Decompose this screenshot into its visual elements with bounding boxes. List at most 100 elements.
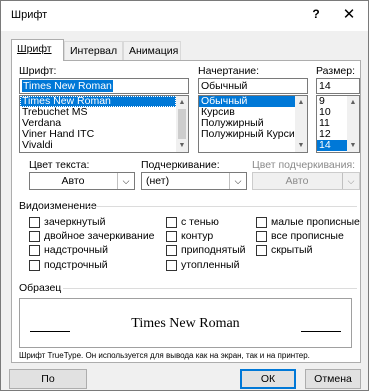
style-list[interactable]: Обычный Курсив Полужирный Полужирный Кур… xyxy=(198,95,308,153)
text-color-value: Авто xyxy=(61,175,85,187)
style-list-scrollbar[interactable]: ▲ ▼ xyxy=(295,96,307,152)
style-list-item[interactable]: Обычный xyxy=(199,96,295,107)
preview-text: Times New Roman xyxy=(131,316,240,331)
checkbox-box[interactable] xyxy=(256,244,267,256)
checkbox-label: приподнятый xyxy=(181,244,246,256)
size-list-item[interactable]: 14 xyxy=(317,140,347,151)
font-list[interactable]: Times New Roman Trebuchet MS Verdana Vin… xyxy=(19,95,189,153)
font-dialog: Шрифт ? ✕ Шрифт Интервал Анимация Шрифт:… xyxy=(0,0,369,391)
hidden-checkbox[interactable]: скрытый xyxy=(256,244,312,256)
font-list-item[interactable]: Trebuchet MS xyxy=(20,107,176,118)
tab-font[interactable]: Шрифт xyxy=(11,39,64,61)
preview-baseline-right xyxy=(301,331,341,332)
all-caps-checkbox[interactable]: все прописные xyxy=(256,230,344,242)
size-list-scrollbar[interactable]: ▲ ▼ xyxy=(347,96,359,152)
underline-label: Подчеркивание: xyxy=(141,159,220,171)
sample-divider xyxy=(63,288,357,289)
effects-divider xyxy=(87,206,357,207)
ok-button[interactable]: ОК xyxy=(240,369,296,389)
checkbox-label: малые прописные xyxy=(271,216,360,228)
chevron-up-icon[interactable]: ▲ xyxy=(347,97,359,108)
chevron-down-icon[interactable]: ▼ xyxy=(295,140,307,151)
checkbox-box[interactable] xyxy=(256,216,267,228)
style-label: Начертание: xyxy=(198,65,260,77)
superscript-checkbox[interactable]: надстрочный xyxy=(29,244,108,256)
font-input[interactable]: Times New Roman xyxy=(19,78,189,94)
emboss-checkbox[interactable]: приподнятый xyxy=(166,244,246,256)
checkbox-box[interactable] xyxy=(29,259,40,271)
checkbox-box[interactable] xyxy=(166,230,177,242)
shadow-checkbox[interactable]: с тенью xyxy=(166,216,219,228)
style-list-item[interactable]: Полужирный xyxy=(199,118,295,129)
engrave-checkbox[interactable]: утопленный xyxy=(166,259,239,271)
sample-label: Образец xyxy=(19,282,62,294)
tab-spacing-label: Интервал xyxy=(70,45,118,57)
underline-color-select: Авто ⌵ xyxy=(252,172,360,190)
chevron-down-icon[interactable]: ⌵ xyxy=(229,173,246,189)
font-list-item[interactable]: Times New Roman xyxy=(20,96,176,107)
font-label: Шрифт: xyxy=(19,65,57,77)
tab-font-label: Шрифт xyxy=(17,43,52,55)
underline-color-value: Авто xyxy=(285,175,309,187)
checkbox-label: все прописные xyxy=(271,230,344,242)
checkbox-label: утопленный xyxy=(181,259,240,271)
outline-checkbox[interactable]: контур xyxy=(166,230,213,242)
checkbox-label: скрытый xyxy=(271,244,313,256)
underline-color-label: Цвет подчеркивания: xyxy=(252,159,356,171)
size-list-item[interactable]: 9 xyxy=(317,96,347,107)
font-list-item[interactable]: Verdana xyxy=(20,118,176,129)
checkbox-label: зачеркнутый xyxy=(44,216,106,228)
checkbox-label: надстрочный xyxy=(44,244,108,256)
size-list-item[interactable]: 11 xyxy=(317,118,347,129)
style-input[interactable]: Обычный xyxy=(198,78,308,94)
chevron-down-icon[interactable]: ▼ xyxy=(347,140,359,151)
small-caps-checkbox[interactable]: малые прописные xyxy=(256,216,360,228)
scroll-thumb[interactable] xyxy=(178,109,186,139)
double-strikethrough-checkbox[interactable]: двойное зачеркивание xyxy=(29,230,155,242)
checkbox-box[interactable] xyxy=(256,230,267,242)
checkbox-label: двойное зачеркивание xyxy=(44,230,155,242)
underline-select[interactable]: (нет) ⌵ xyxy=(141,172,247,190)
font-list-scrollbar[interactable]: ▲ ▼ xyxy=(176,96,188,152)
style-list-item[interactable]: Курсив xyxy=(199,107,295,118)
tab-animation-label: Анимация xyxy=(129,45,179,57)
font-type-note: Шрифт TrueType. Он используется для выво… xyxy=(19,351,310,360)
size-input[interactable]: 14 xyxy=(316,78,360,94)
checkbox-label: с тенью xyxy=(181,216,219,228)
checkbox-label: контур xyxy=(181,230,214,242)
checkbox-box[interactable] xyxy=(166,216,177,228)
checkbox-box[interactable] xyxy=(29,230,40,242)
checkbox-label: подстрочный xyxy=(44,259,108,271)
checkbox-box[interactable] xyxy=(166,259,177,271)
underline-value: (нет) xyxy=(146,175,170,187)
checkbox-box[interactable] xyxy=(166,244,177,256)
strikethrough-checkbox[interactable]: зачеркнутый xyxy=(29,216,105,228)
font-list-item[interactable]: Viner Hand ITC xyxy=(20,129,176,140)
subscript-checkbox[interactable]: подстрочный xyxy=(29,259,108,271)
size-list-item[interactable]: 10 xyxy=(317,107,347,118)
tab-spacing[interactable]: Интервал xyxy=(64,41,123,60)
text-color-select[interactable]: Авто ⌵ xyxy=(29,172,135,190)
size-list[interactable]: 9 10 11 12 14 ▲ ▼ xyxy=(316,95,360,153)
title-bar: Шрифт ? ✕ xyxy=(1,1,368,31)
size-label: Размер: xyxy=(316,65,356,77)
chevron-down-icon: ⌵ xyxy=(342,173,359,189)
help-button[interactable]: ? xyxy=(306,7,326,25)
close-button[interactable]: ✕ xyxy=(337,5,361,27)
checkbox-box[interactable] xyxy=(29,244,40,256)
dialog-title: Шрифт xyxy=(11,9,48,21)
text-color-label: Цвет текста: xyxy=(29,159,90,171)
size-list-item[interactable]: 12 xyxy=(317,129,347,140)
style-list-item[interactable]: Полужирный Курсив xyxy=(199,129,295,140)
checkbox-box[interactable] xyxy=(29,216,40,228)
chevron-down-icon[interactable]: ▼ xyxy=(176,140,188,151)
sample-preview: Times New Roman xyxy=(19,298,352,348)
set-default-button[interactable]: По умолчанию... xyxy=(9,369,87,389)
cancel-button[interactable]: Отмена xyxy=(305,369,361,389)
chevron-up-icon[interactable]: ▲ xyxy=(295,97,307,108)
font-list-item[interactable]: Vivaldi xyxy=(20,140,176,151)
size-input-value: 14 xyxy=(319,80,331,92)
tab-animation[interactable]: Анимация xyxy=(123,41,181,60)
chevron-up-icon[interactable]: ▲ xyxy=(176,97,188,108)
chevron-down-icon[interactable]: ⌵ xyxy=(117,173,134,189)
